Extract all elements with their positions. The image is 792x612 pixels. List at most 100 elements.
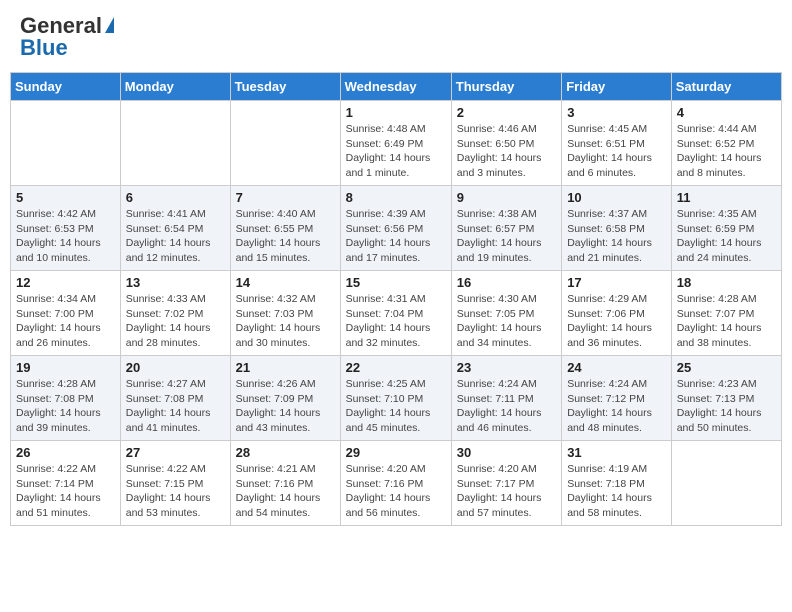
calendar-cell <box>671 441 781 526</box>
day-number: 1 <box>346 105 446 120</box>
logo-triangle-icon <box>105 17 114 33</box>
day-detail: Sunrise: 4:32 AM Sunset: 7:03 PM Dayligh… <box>236 292 335 351</box>
calendar-cell: 26 Sunrise: 4:22 AM Sunset: 7:14 PM Dayli… <box>11 441 121 526</box>
logo-blue-text: Blue <box>20 37 114 59</box>
calendar-cell: 14Sunrise: 4:32 AM Sunset: 7:03 PM Dayli… <box>230 271 340 356</box>
calendar-cell: 16 Sunrise: 4:30 AM Sunset: 7:05 PM Dayli… <box>451 271 561 356</box>
day-number: 27 <box>126 445 225 460</box>
calendar-cell: 5Sunrise: 4:42 AM Sunset: 6:53 PM Daylig… <box>11 186 121 271</box>
day-detail: Sunrise: 4:46 AM Sunset: 6:50 PM Dayligh… <box>457 122 556 181</box>
page-header: General Blue <box>10 10 782 64</box>
calendar-cell: 9 Sunrise: 4:38 AM Sunset: 6:57 PM Daylig… <box>451 186 561 271</box>
day-number: 30 <box>457 445 556 460</box>
day-number: 16 <box>457 275 556 290</box>
day-number: 24 <box>567 360 666 375</box>
calendar-header-row: SundayMondayTuesdayWednesdayThursdayFrid… <box>11 73 782 101</box>
calendar-cell: 30Sunrise: 4:20 AM Sunset: 7:17 PM Dayli… <box>451 441 561 526</box>
column-header-friday: Friday <box>562 73 672 101</box>
day-number: 25 <box>677 360 776 375</box>
calendar-cell <box>230 101 340 186</box>
calendar-cell: 12 Sunrise: 4:34 AM Sunset: 7:00 PM Dayli… <box>11 271 121 356</box>
calendar-cell: 31Sunrise: 4:19 AM Sunset: 7:18 PM Dayli… <box>562 441 672 526</box>
column-header-thursday: Thursday <box>451 73 561 101</box>
day-number: 3 <box>567 105 666 120</box>
calendar-week-row: 1Sunrise: 4:48 AM Sunset: 6:49 PM Daylig… <box>11 101 782 186</box>
calendar-cell: 1Sunrise: 4:48 AM Sunset: 6:49 PM Daylig… <box>340 101 451 186</box>
day-detail: Sunrise: 4:30 AM Sunset: 7:05 PM Dayligh… <box>457 292 556 351</box>
day-number: 17 <box>567 275 666 290</box>
column-header-tuesday: Tuesday <box>230 73 340 101</box>
day-detail: Sunrise: 4:24 AM Sunset: 7:12 PM Dayligh… <box>567 377 666 436</box>
day-detail: Sunrise: 4:35 AM Sunset: 6:59 PM Dayligh… <box>677 207 776 266</box>
day-number: 13 <box>126 275 225 290</box>
calendar-cell: 6Sunrise: 4:41 AM Sunset: 6:54 PM Daylig… <box>120 186 230 271</box>
calendar-table: SundayMondayTuesdayWednesdayThursdayFrid… <box>10 72 782 526</box>
calendar-cell: 2 Sunrise: 4:46 AM Sunset: 6:50 PM Daylig… <box>451 101 561 186</box>
calendar-cell: 3 Sunrise: 4:45 AM Sunset: 6:51 PM Daylig… <box>562 101 672 186</box>
day-number: 11 <box>677 190 776 205</box>
day-detail: Sunrise: 4:45 AM Sunset: 6:51 PM Dayligh… <box>567 122 666 181</box>
day-number: 20 <box>126 360 225 375</box>
day-detail: Sunrise: 4:37 AM Sunset: 6:58 PM Dayligh… <box>567 207 666 266</box>
day-number: 12 <box>16 275 115 290</box>
day-detail: Sunrise: 4:22 AM Sunset: 7:15 PM Dayligh… <box>126 462 225 521</box>
day-number: 6 <box>126 190 225 205</box>
calendar-cell: 21Sunrise: 4:26 AM Sunset: 7:09 PM Dayli… <box>230 356 340 441</box>
calendar-week-row: 12 Sunrise: 4:34 AM Sunset: 7:00 PM Dayli… <box>11 271 782 356</box>
day-detail: Sunrise: 4:22 AM Sunset: 7:14 PM Dayligh… <box>16 462 115 521</box>
column-header-wednesday: Wednesday <box>340 73 451 101</box>
column-header-saturday: Saturday <box>671 73 781 101</box>
calendar-week-row: 26 Sunrise: 4:22 AM Sunset: 7:14 PM Dayli… <box>11 441 782 526</box>
day-detail: Sunrise: 4:33 AM Sunset: 7:02 PM Dayligh… <box>126 292 225 351</box>
day-detail: Sunrise: 4:28 AM Sunset: 7:08 PM Dayligh… <box>16 377 115 436</box>
day-number: 8 <box>346 190 446 205</box>
day-number: 29 <box>346 445 446 460</box>
calendar-cell: 20 Sunrise: 4:27 AM Sunset: 7:08 PM Dayli… <box>120 356 230 441</box>
day-detail: Sunrise: 4:25 AM Sunset: 7:10 PM Dayligh… <box>346 377 446 436</box>
day-detail: Sunrise: 4:20 AM Sunset: 7:16 PM Dayligh… <box>346 462 446 521</box>
day-number: 28 <box>236 445 335 460</box>
calendar-cell: 27 Sunrise: 4:22 AM Sunset: 7:15 PM Dayli… <box>120 441 230 526</box>
day-number: 7 <box>236 190 335 205</box>
logo-general-text: General <box>20 15 102 37</box>
calendar-cell: 8 Sunrise: 4:39 AM Sunset: 6:56 PM Daylig… <box>340 186 451 271</box>
day-detail: Sunrise: 4:31 AM Sunset: 7:04 PM Dayligh… <box>346 292 446 351</box>
day-detail: Sunrise: 4:23 AM Sunset: 7:13 PM Dayligh… <box>677 377 776 436</box>
day-number: 15 <box>346 275 446 290</box>
calendar-cell: 19 Sunrise: 4:28 AM Sunset: 7:08 PM Dayli… <box>11 356 121 441</box>
calendar-cell: 15 Sunrise: 4:31 AM Sunset: 7:04 PM Dayli… <box>340 271 451 356</box>
day-detail: Sunrise: 4:40 AM Sunset: 6:55 PM Dayligh… <box>236 207 335 266</box>
day-number: 26 <box>16 445 115 460</box>
day-detail: Sunrise: 4:19 AM Sunset: 7:18 PM Dayligh… <box>567 462 666 521</box>
calendar-cell: 17 Sunrise: 4:29 AM Sunset: 7:06 PM Dayli… <box>562 271 672 356</box>
column-header-monday: Monday <box>120 73 230 101</box>
day-number: 5 <box>16 190 115 205</box>
day-detail: Sunrise: 4:39 AM Sunset: 6:56 PM Dayligh… <box>346 207 446 266</box>
day-number: 2 <box>457 105 556 120</box>
calendar-cell: 24 Sunrise: 4:24 AM Sunset: 7:12 PM Dayli… <box>562 356 672 441</box>
calendar-cell: 22 Sunrise: 4:25 AM Sunset: 7:10 PM Dayli… <box>340 356 451 441</box>
calendar-cell <box>120 101 230 186</box>
calendar-cell <box>11 101 121 186</box>
calendar-cell: 18 Sunrise: 4:28 AM Sunset: 7:07 PM Dayli… <box>671 271 781 356</box>
day-detail: Sunrise: 4:27 AM Sunset: 7:08 PM Dayligh… <box>126 377 225 436</box>
day-number: 22 <box>346 360 446 375</box>
day-detail: Sunrise: 4:29 AM Sunset: 7:06 PM Dayligh… <box>567 292 666 351</box>
column-header-sunday: Sunday <box>11 73 121 101</box>
day-number: 21 <box>236 360 335 375</box>
day-detail: Sunrise: 4:34 AM Sunset: 7:00 PM Dayligh… <box>16 292 115 351</box>
calendar-cell: 25 Sunrise: 4:23 AM Sunset: 7:13 PM Dayli… <box>671 356 781 441</box>
calendar-cell: 29 Sunrise: 4:20 AM Sunset: 7:16 PM Dayli… <box>340 441 451 526</box>
day-number: 23 <box>457 360 556 375</box>
calendar-cell: 11 Sunrise: 4:35 AM Sunset: 6:59 PM Dayli… <box>671 186 781 271</box>
calendar-cell: 28Sunrise: 4:21 AM Sunset: 7:16 PM Dayli… <box>230 441 340 526</box>
day-number: 18 <box>677 275 776 290</box>
day-number: 9 <box>457 190 556 205</box>
day-detail: Sunrise: 4:28 AM Sunset: 7:07 PM Dayligh… <box>677 292 776 351</box>
day-number: 10 <box>567 190 666 205</box>
calendar-cell: 7 Sunrise: 4:40 AM Sunset: 6:55 PM Daylig… <box>230 186 340 271</box>
calendar-cell: 10 Sunrise: 4:37 AM Sunset: 6:58 PM Dayli… <box>562 186 672 271</box>
day-detail: Sunrise: 4:38 AM Sunset: 6:57 PM Dayligh… <box>457 207 556 266</box>
day-number: 19 <box>16 360 115 375</box>
day-number: 4 <box>677 105 776 120</box>
